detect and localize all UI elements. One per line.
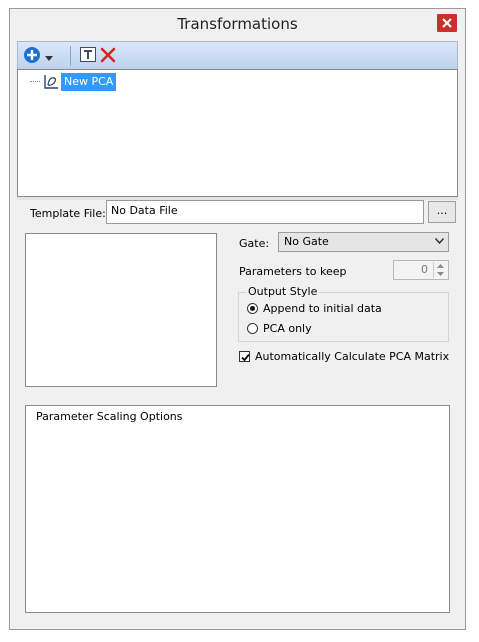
transformations-tree[interactable]: New PCA: [17, 69, 458, 197]
toolbar-separator: [70, 46, 71, 66]
title-bar: Transformations: [10, 9, 465, 39]
preview-plot: [25, 233, 217, 387]
add-icon: [24, 47, 40, 63]
add-dropdown-button[interactable]: [45, 52, 53, 65]
checkmark-icon: [241, 353, 250, 362]
gate-select[interactable]: No Gate: [278, 232, 449, 252]
radio-button[interactable]: [247, 303, 258, 314]
stepper-up-button[interactable]: [433, 262, 448, 270]
window-title: Transformations: [177, 15, 298, 33]
parameter-scaling-panel: Parameter Scaling Options: [25, 405, 450, 613]
radio-button[interactable]: [247, 323, 258, 334]
template-icon: [80, 47, 96, 62]
tree-item-label: New PCA: [61, 73, 117, 91]
gate-label: Gate:: [239, 237, 270, 250]
stepper-down-button[interactable]: [433, 270, 448, 278]
close-icon: [442, 18, 452, 28]
tree-connector: [30, 81, 40, 82]
add-button[interactable]: [23, 46, 41, 67]
gate-value: No Gate: [284, 235, 329, 248]
auto-calculate-checkbox[interactable]: [239, 351, 250, 362]
browse-button[interactable]: ...: [428, 201, 456, 223]
template-file-field[interactable]: No Data File: [106, 200, 424, 224]
chevron-up-icon: [437, 264, 444, 268]
pca-icon: [43, 74, 59, 93]
parameters-value: 0: [421, 263, 428, 276]
radio-label: PCA only: [263, 322, 312, 335]
stepper-buttons: [433, 262, 447, 278]
chevron-down-icon: [45, 56, 53, 61]
chevron-down-icon: [435, 238, 444, 244]
toolbar: [17, 41, 458, 69]
delete-button[interactable]: [100, 47, 116, 66]
template-button[interactable]: [80, 47, 97, 66]
template-file-label: Template File:: [30, 207, 106, 220]
delete-icon: [100, 47, 116, 63]
output-style-legend: Output Style: [246, 285, 320, 298]
transformations-window: Transformations New PCA Template File: N…: [9, 8, 466, 630]
close-button[interactable]: [437, 14, 457, 32]
radio-label: Append to initial data: [263, 302, 382, 315]
parameter-scaling-title: Parameter Scaling Options: [36, 410, 183, 423]
parameters-label: Parameters to keep: [239, 265, 347, 278]
parameters-stepper[interactable]: 0: [393, 260, 449, 280]
auto-calculate-label: Automatically Calculate PCA Matrix: [255, 350, 450, 363]
chevron-down-icon: [437, 272, 444, 276]
